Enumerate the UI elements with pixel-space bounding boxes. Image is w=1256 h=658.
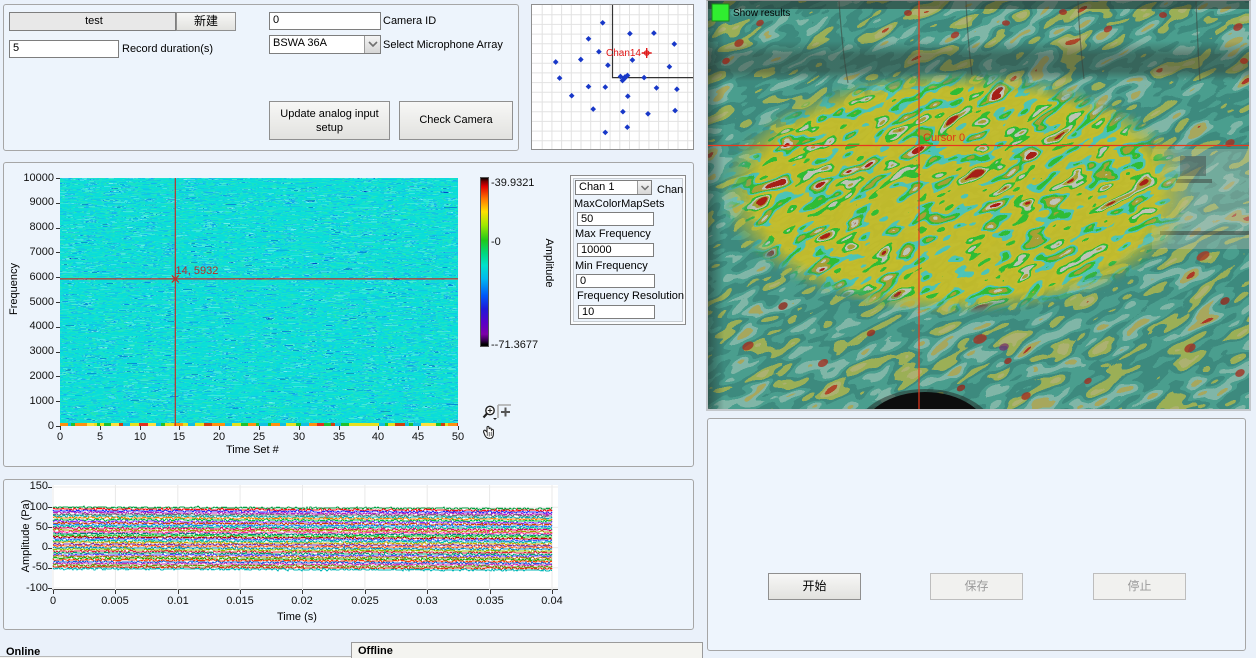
- svg-text:Show results: Show results: [733, 8, 790, 19]
- svg-text:Chan14: Chan14: [606, 48, 641, 59]
- svg-text:14, 5932: 14, 5932: [176, 265, 219, 277]
- svg-text:Cursor 0: Cursor 0: [923, 132, 965, 144]
